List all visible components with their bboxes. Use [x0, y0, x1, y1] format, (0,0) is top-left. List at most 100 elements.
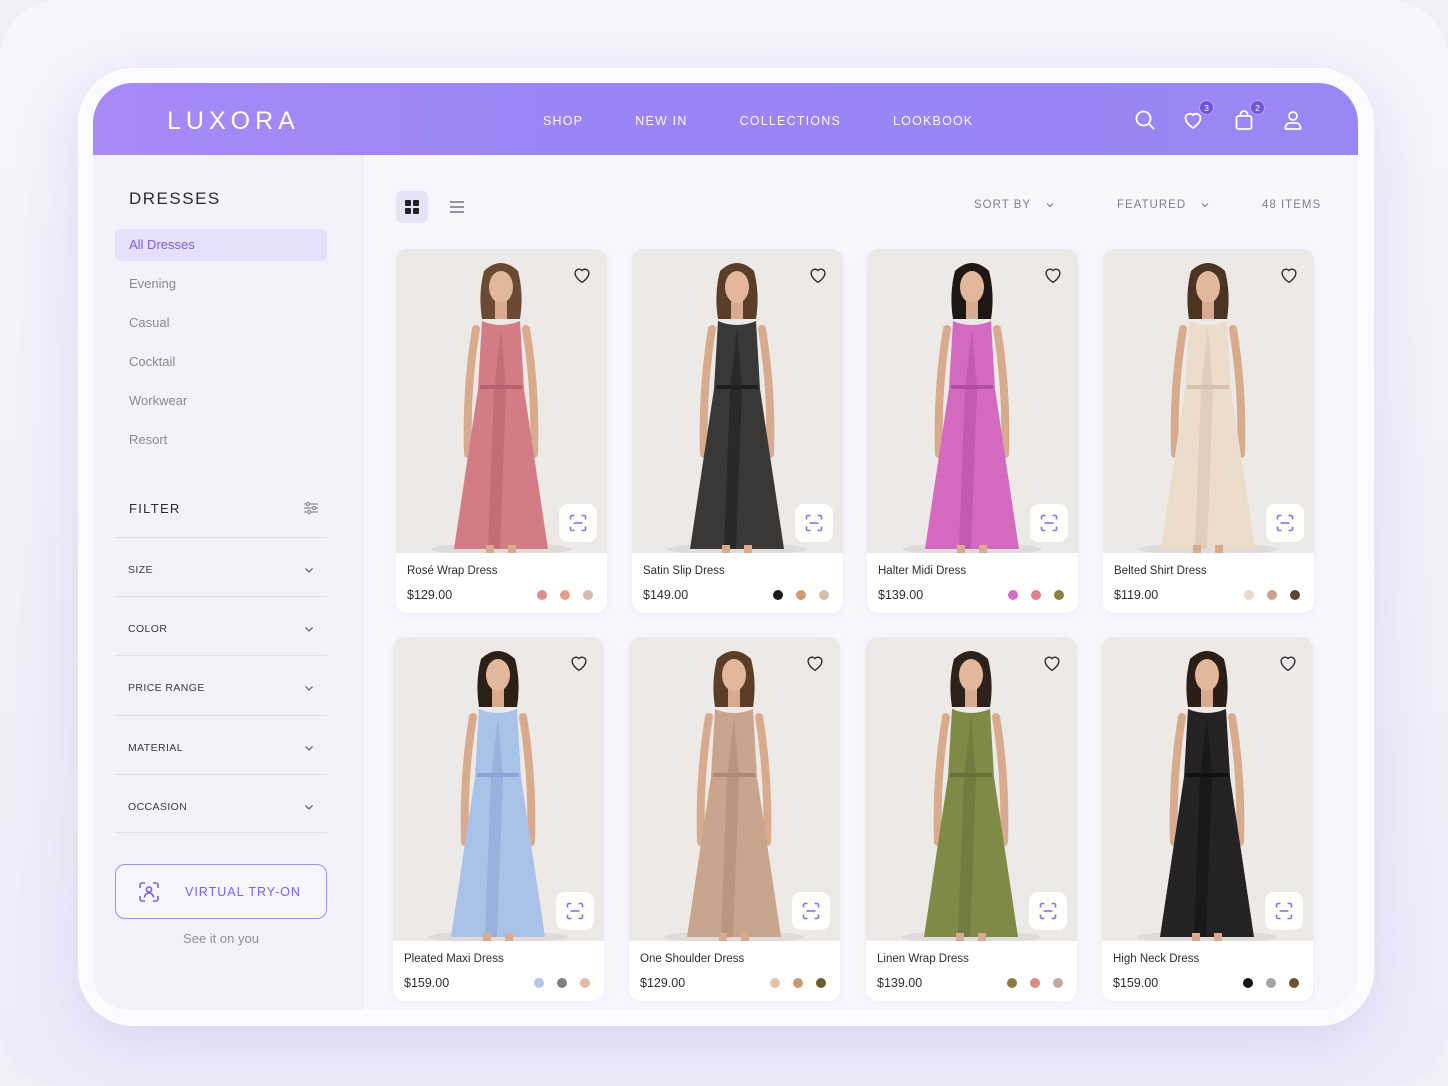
filter-occasion[interactable]: OCCASION	[115, 774, 327, 833]
category-workwear[interactable]: Workwear	[115, 385, 327, 417]
try-on-scan-button[interactable]	[1266, 504, 1304, 542]
product-card[interactable]: One Shoulder Dress $129.00	[629, 637, 840, 1001]
color-swatch[interactable]	[1289, 978, 1299, 988]
try-on-scan-button[interactable]	[556, 892, 594, 930]
product-image[interactable]	[396, 249, 607, 553]
color-swatch[interactable]	[1030, 978, 1040, 988]
wishlist-heart-icon[interactable]	[568, 652, 590, 674]
product-name[interactable]: Linen Wrap Dress	[877, 953, 969, 965]
try-on-scan-button[interactable]	[792, 892, 830, 930]
nav-new-in[interactable]: NEW IN	[635, 114, 687, 128]
grid-view-button[interactable]	[396, 191, 428, 223]
filter-settings-icon[interactable]	[303, 500, 319, 516]
nav-collections[interactable]: COLLECTIONS	[740, 114, 841, 128]
wishlist-heart-icon[interactable]	[804, 652, 826, 674]
wishlist-heart-icon[interactable]	[1277, 652, 1299, 674]
product-name[interactable]: Satin Slip Dress	[643, 565, 725, 577]
color-swatch[interactable]	[580, 978, 590, 988]
color-swatch[interactable]	[534, 978, 544, 988]
list-view-button[interactable]	[441, 191, 473, 223]
product-image[interactable]	[1103, 249, 1314, 553]
product-image[interactable]	[1102, 637, 1313, 941]
wishlist-icon[interactable]: 3	[1181, 100, 1214, 132]
color-swatch[interactable]	[1053, 978, 1063, 988]
virtual-try-on-button[interactable]: VIRTUAL TRY-ON	[115, 864, 327, 919]
items-count: 48 ITEMS	[1262, 199, 1322, 211]
filter-price-label: PRICE RANGE	[128, 682, 205, 694]
filter-color[interactable]: COLOR	[115, 596, 327, 655]
filter-title: FILTER	[129, 501, 181, 516]
category-cocktail[interactable]: Cocktail	[115, 346, 327, 378]
filter-material[interactable]: MATERIAL	[115, 715, 327, 774]
product-card[interactable]: Belted Shirt Dress $119.00	[1103, 249, 1314, 613]
color-swatch[interactable]	[1031, 590, 1041, 600]
wishlist-heart-icon[interactable]	[807, 264, 829, 286]
product-card[interactable]: Linen Wrap Dress $139.00	[866, 637, 1077, 1001]
color-swatch[interactable]	[583, 590, 593, 600]
product-card[interactable]: Pleated Maxi Dress $159.00	[393, 637, 604, 1001]
wishlist-heart-icon[interactable]	[571, 264, 593, 286]
chevron-down-icon	[305, 568, 313, 573]
try-on-scan-button[interactable]	[1030, 504, 1068, 542]
sort-by-dropdown[interactable]: SORT BY	[974, 199, 1055, 211]
color-swatch[interactable]	[560, 590, 570, 600]
product-image[interactable]	[867, 249, 1078, 553]
product-image[interactable]	[632, 249, 843, 553]
account-icon[interactable]	[1281, 108, 1305, 132]
sort-by-label: SORT BY	[974, 199, 1031, 211]
filter-occasion-label: OCCASION	[128, 801, 188, 813]
color-swatch[interactable]	[1243, 978, 1253, 988]
product-name[interactable]: Rosé Wrap Dress	[407, 565, 498, 577]
product-image[interactable]	[866, 637, 1077, 941]
product-image[interactable]	[629, 637, 840, 941]
nav-shop[interactable]: SHOP	[543, 114, 583, 128]
filter-size[interactable]: SIZE	[115, 537, 327, 596]
wishlist-heart-icon[interactable]	[1041, 652, 1063, 674]
filter-price-range[interactable]: PRICE RANGE	[115, 655, 327, 714]
try-on-scan-button[interactable]	[1265, 892, 1303, 930]
color-swatch[interactable]	[537, 590, 547, 600]
sort-value: FEATURED	[1117, 199, 1187, 211]
color-swatch[interactable]	[557, 978, 567, 988]
search-icon[interactable]	[1133, 108, 1157, 132]
color-swatch[interactable]	[1007, 978, 1017, 988]
try-on-scan-button[interactable]	[795, 504, 833, 542]
color-swatch[interactable]	[773, 590, 783, 600]
product-image[interactable]	[393, 637, 604, 941]
product-card[interactable]: Rosé Wrap Dress $129.00	[396, 249, 607, 613]
category-all-dresses[interactable]: All Dresses	[115, 229, 327, 261]
chevron-down-icon	[305, 746, 313, 751]
brand-logo[interactable]: LUXORA	[167, 107, 300, 136]
category-resort[interactable]: Resort	[115, 424, 327, 456]
color-swatch[interactable]	[1008, 590, 1018, 600]
color-swatch[interactable]	[1267, 590, 1277, 600]
color-swatch[interactable]	[819, 590, 829, 600]
product-name[interactable]: High Neck Dress	[1113, 953, 1199, 965]
category-evening[interactable]: Evening	[115, 268, 327, 300]
product-card[interactable]: High Neck Dress $159.00	[1102, 637, 1313, 1001]
color-swatch[interactable]	[1054, 590, 1064, 600]
try-on-scan-button[interactable]	[1029, 892, 1067, 930]
wishlist-heart-icon[interactable]	[1042, 264, 1064, 286]
color-swatch[interactable]	[1290, 590, 1300, 600]
product-name[interactable]: Halter Midi Dress	[878, 565, 966, 577]
color-swatch[interactable]	[770, 978, 780, 988]
product-name[interactable]: Belted Shirt Dress	[1114, 565, 1207, 577]
scan-icon	[1276, 514, 1294, 532]
color-swatch[interactable]	[1244, 590, 1254, 600]
product-name[interactable]: One Shoulder Dress	[640, 953, 744, 965]
product-card[interactable]: Halter Midi Dress $139.00	[867, 249, 1078, 613]
color-swatch[interactable]	[1266, 978, 1276, 988]
color-swatch[interactable]	[796, 590, 806, 600]
wishlist-heart-icon[interactable]	[1278, 264, 1300, 286]
category-casual[interactable]: Casual	[115, 307, 327, 339]
nav-lookbook[interactable]: LOOKBOOK	[893, 114, 973, 128]
try-on-scan-button[interactable]	[559, 504, 597, 542]
color-swatch[interactable]	[793, 978, 803, 988]
product-card[interactable]: Satin Slip Dress $149.00	[632, 249, 843, 613]
cart-icon[interactable]: 2	[1232, 100, 1265, 132]
color-swatch[interactable]	[816, 978, 826, 988]
filter-material-label: MATERIAL	[128, 742, 183, 754]
product-name[interactable]: Pleated Maxi Dress	[404, 953, 504, 965]
sort-value-dropdown[interactable]: FEATURED	[1117, 199, 1210, 211]
